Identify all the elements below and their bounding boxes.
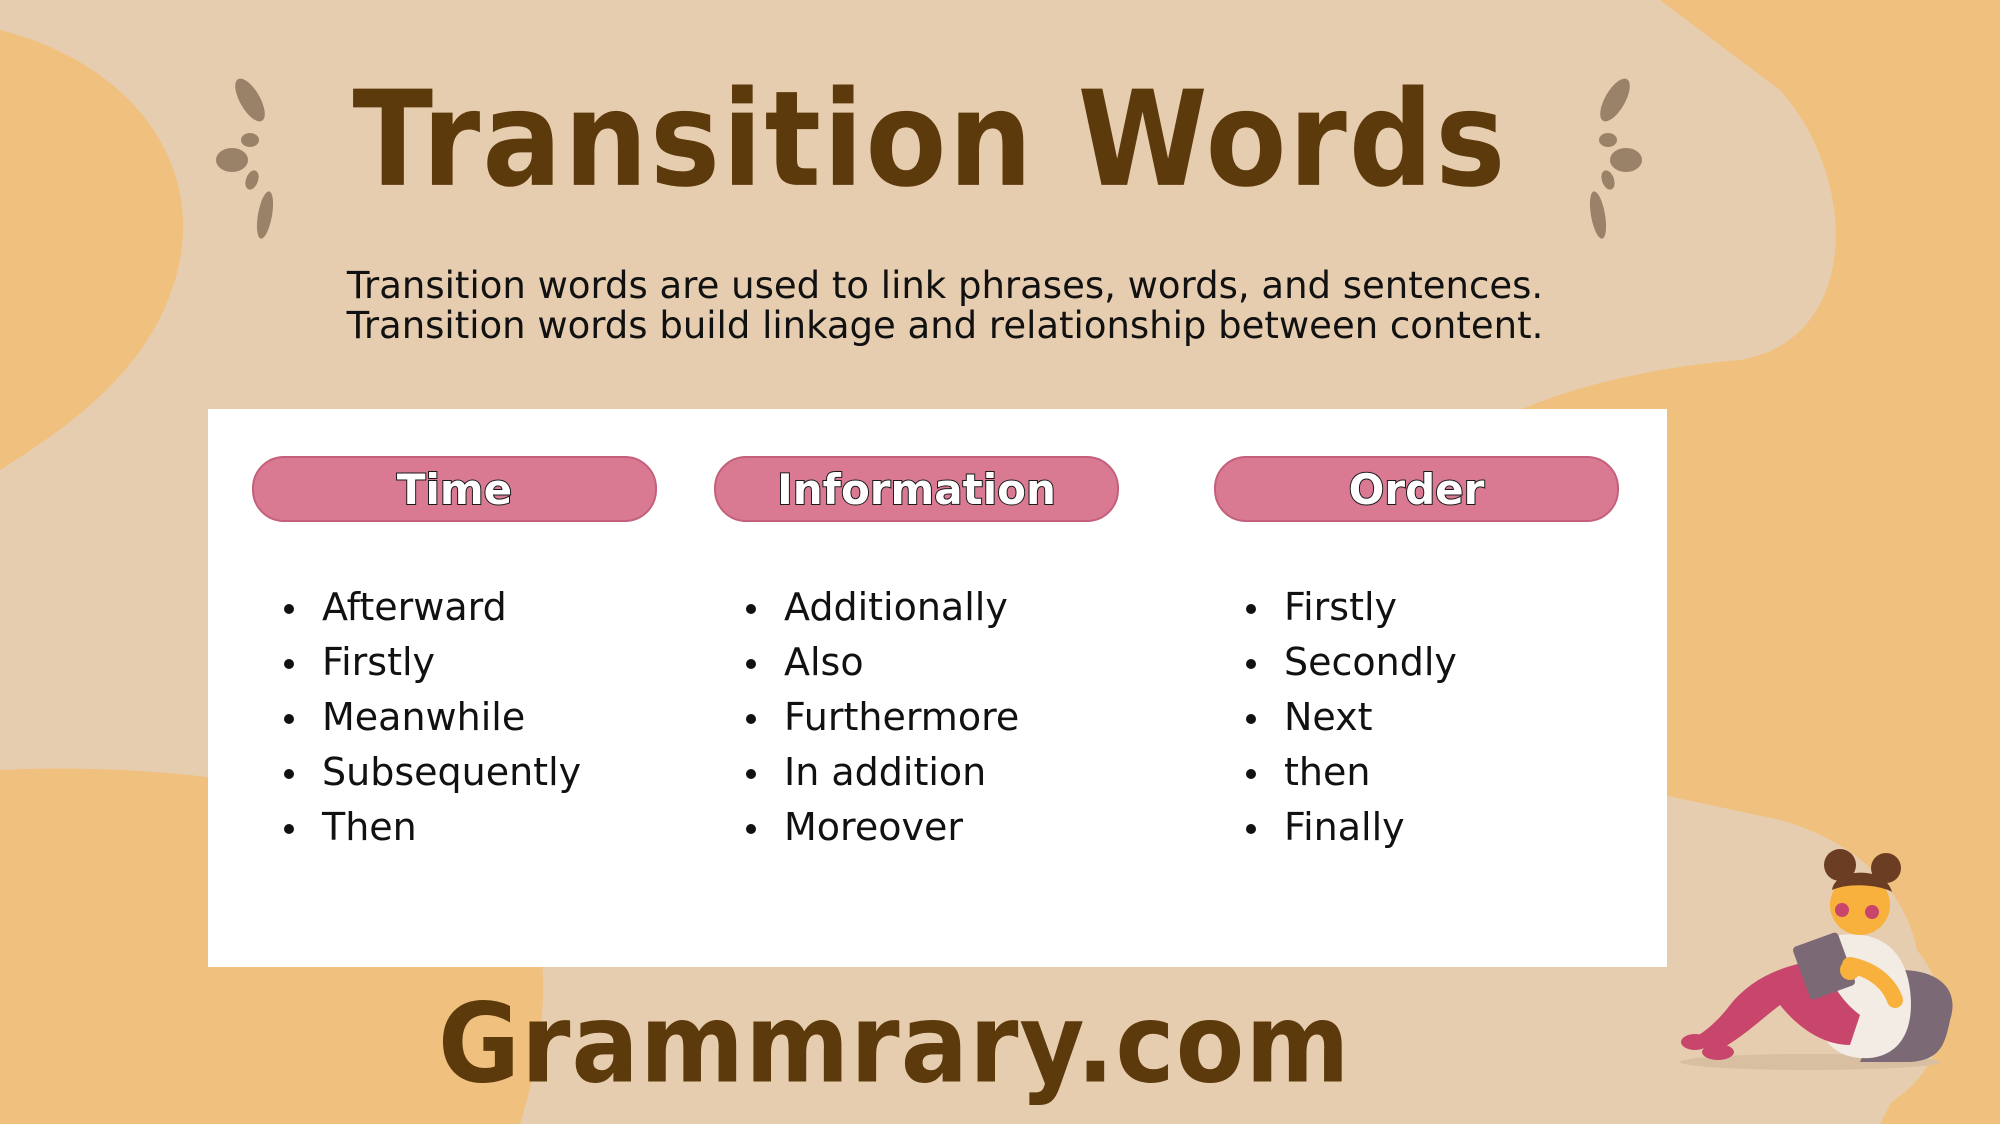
list-item: Moreover <box>746 800 1119 855</box>
cheek-left <box>1835 903 1849 917</box>
list-item: Finally <box>1246 800 1619 855</box>
list-item: Secondly <box>1246 635 1619 690</box>
list-item: Furthermore <box>746 690 1119 745</box>
word-list-order: Firstly Secondly Next then Finally <box>1214 580 1619 855</box>
list-item: Also <box>746 635 1119 690</box>
column-time: Time Afterward Firstly Meanwhile Subsequ… <box>252 456 657 855</box>
column-information: Information Additionally Also Furthermor… <box>714 456 1119 855</box>
subtitle-line-1: Transition words are used to link phrase… <box>346 264 1544 307</box>
list-item: Additionally <box>746 580 1119 635</box>
list-item: In addition <box>746 745 1119 800</box>
cheek-right <box>1865 905 1879 919</box>
word-list-information: Additionally Also Furthermore In additio… <box>714 580 1119 855</box>
girl-reading-book-illustration <box>1680 849 1953 1070</box>
subtitle: Transition words are used to link phrase… <box>330 266 1560 346</box>
list-item: Subsequently <box>284 745 657 800</box>
brand-logo-text: Grammrary.com <box>438 979 1351 1108</box>
list-item: Firstly <box>284 635 657 690</box>
list-item: Then <box>284 800 657 855</box>
page-title: Transition Words <box>352 61 1508 217</box>
list-item: Firstly <box>1246 580 1619 635</box>
transition-words-card: Time Afterward Firstly Meanwhile Subsequ… <box>208 409 1667 967</box>
word-list-time: Afterward Firstly Meanwhile Subsequently… <box>252 580 657 855</box>
list-item: Next <box>1246 690 1619 745</box>
subtitle-line-2: Transition words build linkage and relat… <box>346 304 1544 347</box>
column-heading-time: Time <box>252 456 657 522</box>
column-heading-order: Order <box>1214 456 1619 522</box>
list-item: Afterward <box>284 580 657 635</box>
column-order: Order Firstly Secondly Next then Finally <box>1214 456 1619 855</box>
list-item: Meanwhile <box>284 690 657 745</box>
foot-right <box>1702 1044 1734 1060</box>
list-item: then <box>1246 745 1619 800</box>
column-heading-information: Information <box>714 456 1119 522</box>
